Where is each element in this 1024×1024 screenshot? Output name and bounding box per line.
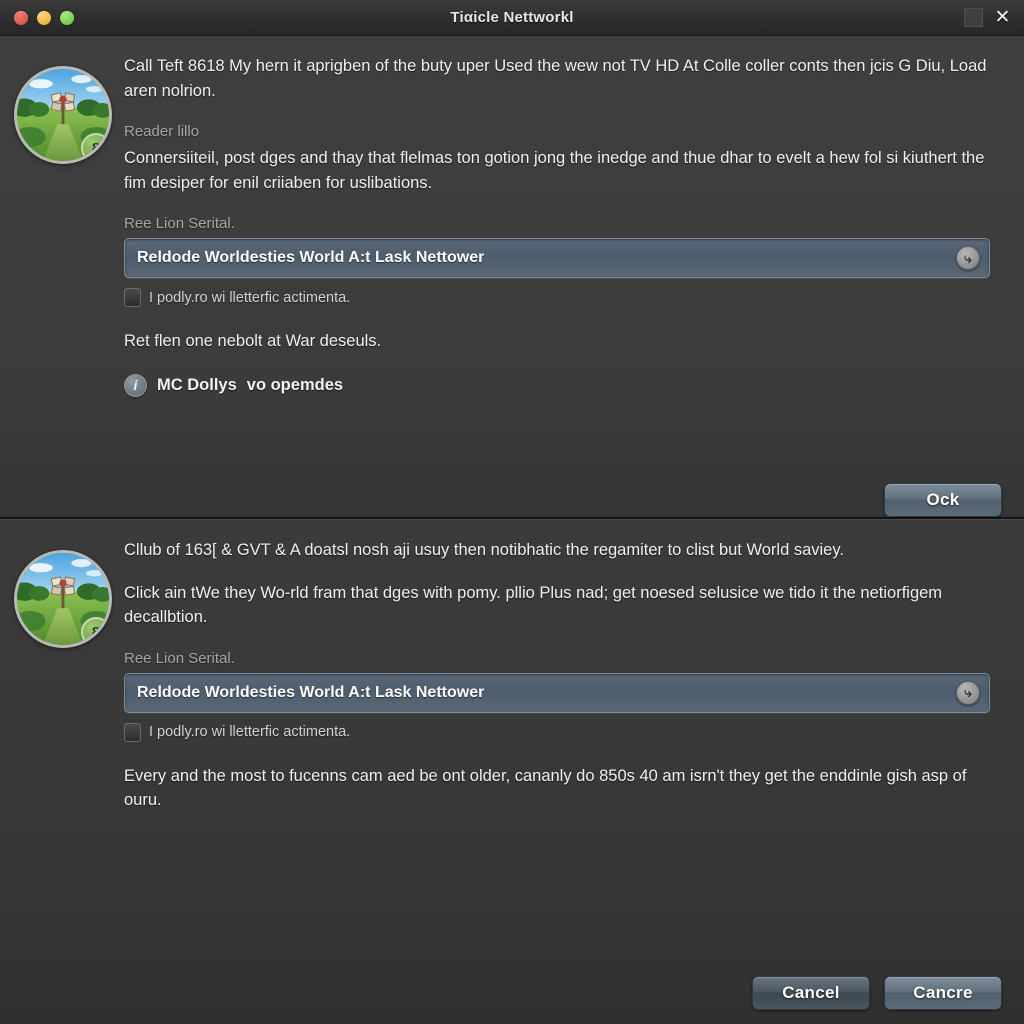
text-input-value-bottom: Reldode Worldesties World A:t Lask Netto… — [137, 683, 485, 701]
info-text-top: MC Dollys — [157, 375, 237, 394]
info-row-top: i MC Dollys vo opemdes — [124, 373, 990, 397]
info-icon[interactable]: i — [124, 373, 147, 397]
avatar-container-bottom: 8 — [14, 538, 124, 1024]
close-traffic-light-icon[interactable] — [14, 10, 28, 25]
hint-row-bottom: I podly.ro wi lletterfic actimenta. — [124, 722, 990, 742]
ock-button[interactable]: Ock — [884, 483, 1002, 517]
avatar[interactable]: 8 — [14, 66, 112, 164]
avatar-badge: 8 — [81, 133, 109, 161]
traffic-light-group — [8, 10, 74, 25]
footer-action-row: Cancel Cancre — [752, 976, 1002, 1010]
panel-bottom: 8 Cllub of 163[ & GVT & A doatsl nosh aj… — [0, 519, 1024, 1024]
confirm-button[interactable]: Cancre — [884, 976, 1002, 1010]
intro-paragraph-bottom: Cllub of 163[ & GVT & A doatsl nosh aji … — [124, 541, 844, 559]
intro-paragraph-top: Call Teft 8618 My hern it aprigben of th… — [124, 57, 987, 100]
closing-paragraph-bottom: Every and the most to fucenns cam aed be… — [124, 766, 967, 810]
hint-text-top: I podly.ro wi lletterfic actimenta. — [149, 289, 351, 306]
cancel-button[interactable]: Cancel — [752, 976, 870, 1010]
avatar[interactable]: 8 — [14, 550, 112, 648]
section-paragraph-top: Connersiiteil, post dges and thay that f… — [124, 149, 985, 192]
window-title: Tiαicle Nettworkl — [450, 9, 574, 26]
maximize-button[interactable] — [964, 8, 983, 27]
text-input-value-top: Reldode Worldesties World A:t Lask Netto… — [137, 249, 485, 266]
panel-top: 8 Call Teft 8618 My hern it aprigben of … — [0, 36, 1024, 519]
zoom-traffic-light-icon[interactable] — [60, 10, 74, 25]
followup-paragraph-top: Ret flen one nebolt at War deseuls. — [124, 332, 382, 350]
primary-action-row-top: Ock — [884, 483, 1002, 517]
close-icon[interactable]: ✕ — [993, 8, 1012, 27]
door-icon — [124, 722, 141, 742]
hint-row-top: I podly.ro wi lletterfic actimenta. — [124, 288, 990, 307]
app-window: Tiαicle Nettworkl ✕ 8 Call Teft 8618 My … — [0, 0, 1024, 1024]
section-label-top: Reader lillo — [124, 123, 200, 140]
panel-top-content: Call Teft 8618 My hern it aprigben of th… — [124, 54, 1002, 517]
door-icon — [124, 288, 141, 307]
hint-text-bottom: I podly.ro wi lletterfic actimenta. — [149, 724, 351, 740]
info-text-faint-top: vo opemdes — [246, 375, 344, 394]
refresh-arrow-icon[interactable]: ⤷ — [956, 246, 980, 270]
text-input-top[interactable]: Reldode Worldesties World A:t Lask Netto… — [124, 238, 990, 278]
text-input-bottom[interactable]: Reldode Worldesties World A:t Lask Netto… — [124, 672, 990, 713]
field-label-bottom: Ree Lion Serital. — [124, 649, 235, 667]
avatar-container-top: 8 — [14, 54, 124, 517]
section-paragraph-bottom: Click ain tWe they Wo-rld fram that dges… — [124, 583, 943, 627]
avatar-badge: 8 — [81, 617, 109, 645]
window-titlebar: Tiαicle Nettworkl ✕ — [0, 0, 1024, 36]
refresh-arrow-icon[interactable]: ⤷ — [956, 680, 980, 705]
field-label-top: Ree Lion Serital. — [124, 215, 235, 232]
minimize-traffic-light-icon[interactable] — [37, 10, 51, 25]
window-controls: ✕ — [964, 8, 1016, 27]
panel-bottom-content: Cllub of 163[ & GVT & A doatsl nosh aji … — [124, 538, 1002, 1024]
